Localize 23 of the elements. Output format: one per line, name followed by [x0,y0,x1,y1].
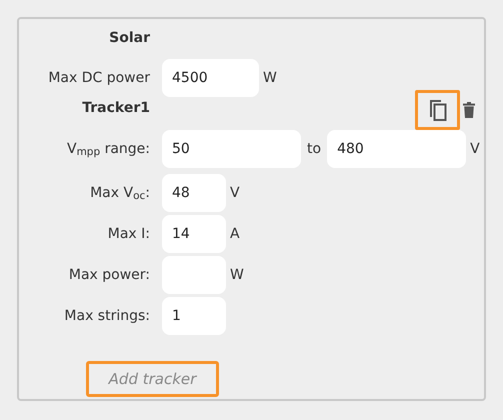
field-label: Max V$_{oc}$: [89,184,150,204]
input-field[interactable]: 50 [162,130,301,168]
copy-icon [428,98,448,122]
field-label: Max power: [68,266,150,284]
unit-label: A [230,224,240,244]
unit-label: W [230,266,244,284]
range-separator: to [307,140,322,158]
input-field[interactable]: 4500 [162,59,259,97]
input-field[interactable]: 14 [162,215,226,253]
field-label: Max I: [106,224,150,244]
field-label: Max DC power [47,68,150,88]
tracker-title: Tracker1 [81,99,150,118]
input-field[interactable]: 1 [162,297,226,335]
copy-button[interactable] [415,90,460,130]
trash-icon [463,100,475,120]
input-field[interactable]: 480 [327,130,466,168]
unit-label: V [230,184,240,202]
section-title: Solar [108,29,150,48]
field-label: V$_{mpp}$ range: [66,140,150,160]
input-field[interactable]: 48 [162,174,226,212]
unit-label: V [470,140,480,158]
unit-label: W [263,68,277,88]
field-label: Max strings: [63,306,150,326]
